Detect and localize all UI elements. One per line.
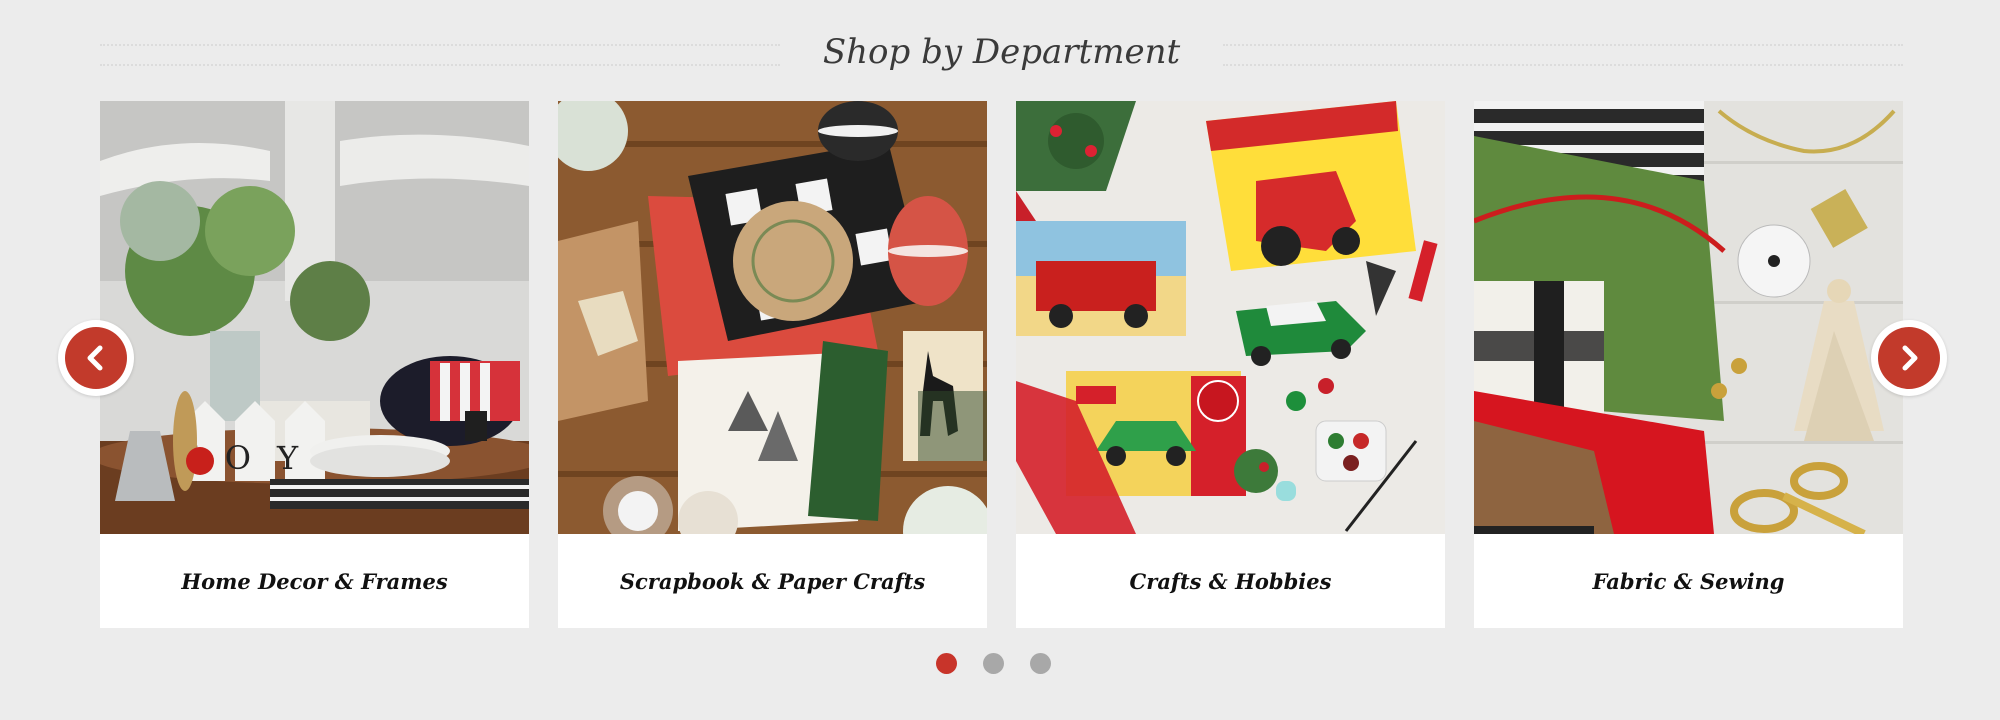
carousel-prev-button[interactable]	[58, 320, 134, 396]
department-card-home-decor[interactable]: JOY Home Decor & Frames	[100, 101, 529, 628]
chevron-left-icon[interactable]	[65, 327, 127, 389]
carousel-pagination	[936, 653, 1051, 674]
department-label[interactable]: Fabric & Sewing	[1474, 534, 1903, 628]
department-label[interactable]: Home Decor & Frames	[100, 534, 529, 628]
section-header: Shop by Department	[100, 28, 1903, 84]
header-rule-right	[1223, 44, 1903, 66]
pagination-dot-2[interactable]	[983, 653, 1004, 674]
pagination-dot-3[interactable]	[1030, 653, 1051, 674]
department-card-scrapbook[interactable]: Scrapbook & Paper Crafts	[558, 101, 987, 628]
department-card-fabric-sewing[interactable]: Fabric & Sewing	[1474, 101, 1903, 628]
department-image-crafts-hobbies[interactable]	[1016, 101, 1445, 534]
department-label[interactable]: Scrapbook & Paper Crafts	[558, 534, 987, 628]
department-image-scrapbook[interactable]	[558, 101, 987, 534]
carousel-next-button[interactable]	[1871, 320, 1947, 396]
department-image-home-decor[interactable]: JOY	[100, 101, 529, 534]
department-label[interactable]: Crafts & Hobbies	[1016, 534, 1445, 628]
department-card-crafts-hobbies[interactable]: Crafts & Hobbies	[1016, 101, 1445, 628]
pagination-dot-1[interactable]	[936, 653, 957, 674]
chevron-right-icon[interactable]	[1878, 327, 1940, 389]
department-image-fabric-sewing[interactable]	[1474, 101, 1903, 534]
